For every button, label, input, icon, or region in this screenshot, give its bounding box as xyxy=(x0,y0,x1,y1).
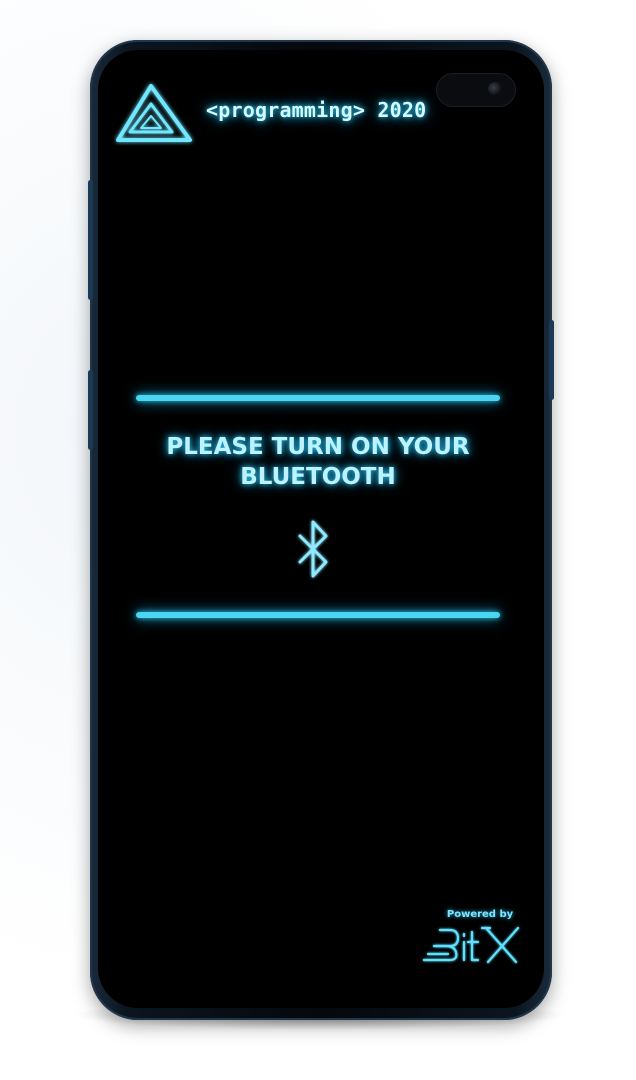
bixby-button xyxy=(88,370,93,450)
bitx-logo-icon xyxy=(422,926,520,964)
bottom-divider xyxy=(136,612,500,618)
triangle-logo-icon xyxy=(116,84,192,142)
bluetooth-icon xyxy=(298,520,328,578)
top-divider xyxy=(136,395,500,401)
volume-button xyxy=(88,180,93,300)
powered-by-label: Powered by xyxy=(446,909,514,920)
power-button xyxy=(549,320,554,400)
camera-lens xyxy=(488,82,502,96)
header-title: <programming> 2020 xyxy=(206,98,427,122)
camera-cutout xyxy=(436,73,516,107)
bluetooth-prompt-text: PLEASE TURN ON YOUR BLUETOOTH xyxy=(166,434,470,490)
